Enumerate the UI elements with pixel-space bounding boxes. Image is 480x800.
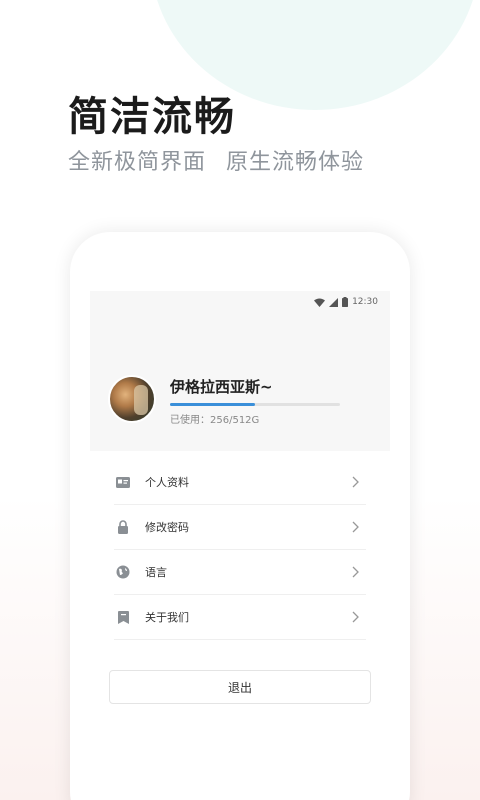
menu-item-label: 个人资料	[145, 476, 189, 489]
logout-button[interactable]: 退出	[109, 670, 371, 704]
menu-item-profile[interactable]: 个人资料	[114, 460, 366, 505]
lock-icon	[115, 519, 131, 535]
battery-icon	[342, 297, 349, 307]
profile-header: 12:30 伊格拉西亚斯~ 已使用：256/512G	[90, 291, 390, 451]
chevron-right-icon	[352, 611, 359, 623]
menu-item-about-us[interactable]: 关于我们	[114, 595, 366, 640]
promo-subline: 全新极简界面 原生流畅体验	[68, 144, 364, 176]
menu-item-label: 语言	[145, 566, 167, 579]
storage-progress-fill	[170, 403, 255, 406]
promo-headline: 简洁流畅	[68, 94, 236, 140]
chevron-right-icon	[352, 521, 359, 533]
settings-menu: 个人资料 修改密码 语言 关于我们	[114, 460, 366, 640]
menu-item-label: 修改密码	[145, 521, 189, 534]
status-bar: 12:30	[314, 297, 378, 307]
wifi-icon	[314, 298, 326, 307]
id-card-icon	[115, 474, 131, 490]
menu-item-label: 关于我们	[145, 611, 189, 624]
username: 伊格拉西亚斯~	[170, 378, 273, 396]
promo-subline-right: 原生流畅体验	[226, 150, 365, 175]
globe-icon	[115, 564, 131, 580]
chevron-right-icon	[352, 476, 359, 488]
status-time: 12:30	[352, 297, 378, 307]
storage-usage-text: 已使用：256/512G	[170, 415, 260, 426]
avatar[interactable]	[108, 375, 156, 423]
storage-progress-bar	[170, 403, 340, 406]
promo-subline-left: 全新极简界面	[68, 150, 207, 175]
bookmark-icon	[115, 609, 131, 625]
signal-icon	[329, 297, 339, 307]
menu-item-language[interactable]: 语言	[114, 550, 366, 595]
menu-item-change-password[interactable]: 修改密码	[114, 505, 366, 550]
chevron-right-icon	[352, 566, 359, 578]
avatar-photo-detail	[134, 385, 148, 415]
